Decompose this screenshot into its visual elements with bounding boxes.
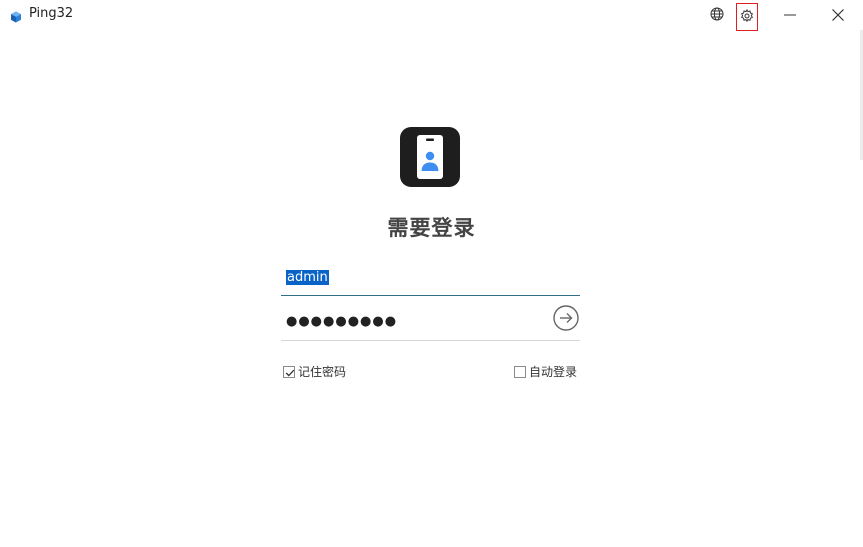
badge-logo-icon [400, 127, 460, 187]
title-bar: Ping32 [0, 0, 863, 31]
password-field[interactable]: ●●●●●●●●● [281, 303, 580, 341]
login-submit-button[interactable] [553, 305, 579, 331]
password-value: ●●●●●●●●● [286, 314, 398, 329]
settings-button[interactable] [736, 3, 758, 31]
username-field[interactable]: admin [281, 263, 580, 296]
remember-password-checkbox[interactable] [283, 365, 295, 378]
minimize-icon [784, 6, 796, 25]
arrow-right-circle-icon [553, 305, 579, 335]
close-button[interactable] [824, 0, 852, 30]
auto-login-checkbox[interactable] [514, 365, 526, 378]
remember-password-label: 记住密码 [298, 365, 347, 379]
auto-login-option[interactable]: 自动登录 [514, 363, 577, 380]
globe-icon [710, 6, 724, 25]
gear-icon [740, 8, 754, 27]
app-logo-icon [10, 8, 22, 23]
login-heading: 需要登录 [387, 216, 476, 240]
auto-login-label: 自动登录 [529, 365, 578, 379]
app-title: Ping32 [29, 6, 74, 21]
minimize-button[interactable] [776, 0, 804, 30]
close-icon [832, 6, 844, 25]
username-value: admin [286, 270, 329, 285]
remember-password-option[interactable]: 记住密码 [283, 363, 346, 380]
language-button[interactable] [706, 0, 728, 30]
login-window: Ping32 需要登录 admin ●●●●●●●●● 记住密码 自动登录 [0, 0, 863, 547]
